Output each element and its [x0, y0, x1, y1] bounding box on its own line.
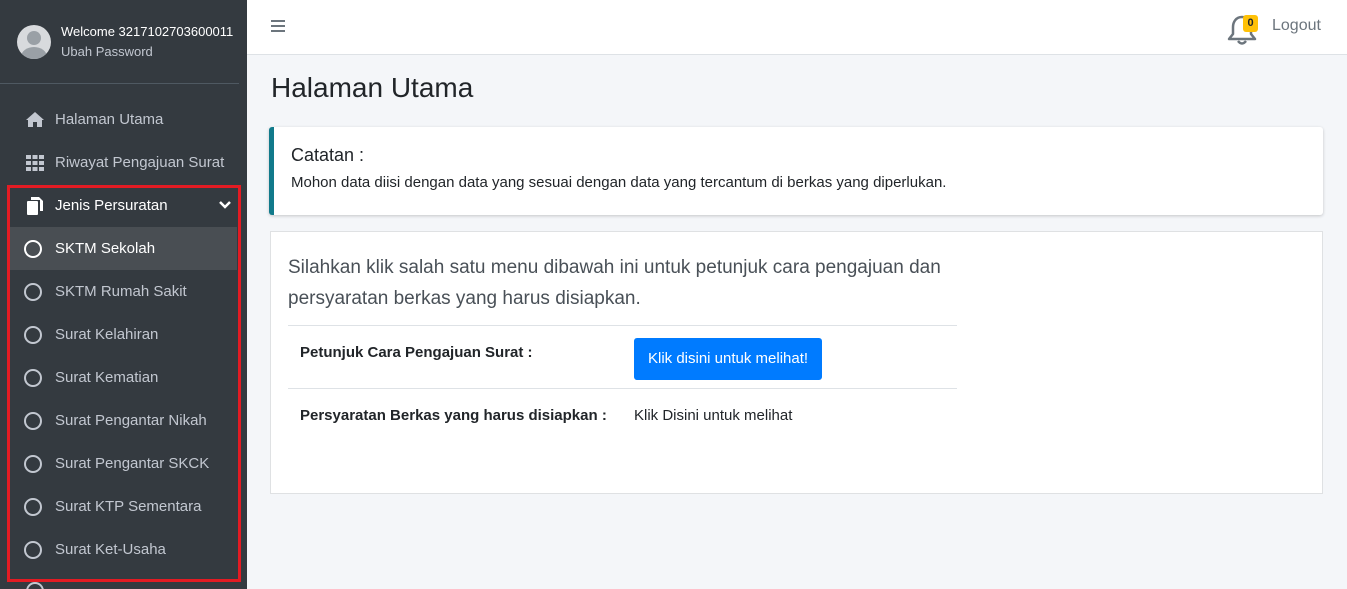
info-table: Petunjuk Cara Pengajuan Surat : Klik dis…	[288, 325, 957, 439]
circle-icon	[24, 497, 42, 516]
note-callout: Catatan : Mohon data diisi dengan data y…	[269, 127, 1323, 215]
callout-title: Catatan :	[291, 145, 365, 165]
sidebar-subitem-label: SKTM Sekolah	[55, 240, 156, 257]
row-value: Klik disini untuk melihat!	[634, 326, 823, 388]
circle-icon	[24, 239, 42, 258]
user-panel: Welcome 3217102703600011 Ubah Password	[0, 0, 239, 84]
grid-icon	[24, 153, 46, 173]
circle-icon	[24, 368, 42, 387]
top-navbar: 0 Logout	[247, 0, 1347, 55]
sidebar-subitem-label: Surat Pengantar SKCK	[55, 455, 210, 472]
notification-badge: 0	[1243, 15, 1258, 32]
sidebar-item-riwayat[interactable]: Riwayat Pengajuan Surat	[0, 141, 247, 184]
row-label: Petunjuk Cara Pengajuan Surat :	[300, 344, 533, 361]
sidebar-nav: Halaman Utama Riwayat Pengajuan Surat Je…	[0, 98, 247, 571]
view-requirements-link[interactable]: Klik Disini untuk melihat	[634, 389, 792, 439]
user-welcome-text: Welcome 3217102703600011	[61, 23, 234, 39]
sidebar-subitem-label: Surat Kelahiran	[55, 326, 159, 343]
circle-icon	[24, 325, 42, 344]
sidebar-item-label: Jenis Persuratan	[55, 197, 168, 214]
sidebar-subitem-surat-ket-usaha[interactable]: Surat Ket-Usaha	[0, 528, 247, 571]
home-icon	[24, 110, 46, 130]
sidebar-subitem-label: Surat Ket-Usaha	[55, 541, 166, 558]
instruction-text: Silahkan klik salah satu menu dibawah in…	[288, 257, 941, 309]
sidebar-subitem-label: Surat KTP Sementara	[55, 498, 202, 515]
sidebar-subitem-surat-kelahiran[interactable]: Surat Kelahiran	[0, 313, 247, 356]
circle-icon	[24, 540, 42, 559]
sidebar-subitem-surat-pengantar-skck[interactable]: Surat Pengantar SKCK	[0, 442, 247, 485]
user-info: Welcome 3217102703600011 Ubah Password	[61, 22, 233, 62]
circle-icon	[24, 454, 42, 473]
table-row: Persyaratan Berkas yang harus disiapkan …	[288, 388, 957, 439]
avatar[interactable]	[17, 24, 51, 59]
sidebar-subitem-surat-ktp-sementara[interactable]: Surat KTP Sementara	[0, 485, 247, 528]
logout-link[interactable]: Logout	[1272, 17, 1321, 35]
page-title: Halaman Utama	[271, 72, 474, 103]
copy-icon	[24, 196, 46, 216]
chevron-down-icon	[219, 197, 231, 214]
sidebar-item-halaman-utama[interactable]: Halaman Utama	[0, 98, 247, 141]
sidebar-subitem-sktm-sekolah[interactable]: SKTM Sekolah	[10, 227, 237, 270]
menu-toggle-icon[interactable]	[271, 20, 285, 32]
callout-text: Mohon data diisi dengan data yang sesuai…	[291, 174, 947, 191]
sidebar-subitem-sktm-rumah-sakit[interactable]: SKTM Rumah Sakit	[0, 270, 247, 313]
change-password-link[interactable]: Ubah Password	[61, 42, 233, 62]
circle-icon	[24, 282, 42, 301]
circle-icon	[26, 582, 44, 589]
info-card: Silahkan klik salah satu menu dibawah in…	[270, 231, 1323, 494]
sidebar: Welcome 3217102703600011 Ubah Password H…	[0, 0, 247, 589]
sidebar-subitem-label: SKTM Rumah Sakit	[55, 283, 187, 300]
view-guide-button[interactable]: Klik disini untuk melihat!	[634, 338, 823, 380]
sidebar-subitem-label: Surat Pengantar Nikah	[55, 412, 207, 429]
circle-icon	[24, 411, 42, 430]
sidebar-subitem-surat-kematian[interactable]: Surat Kematian	[0, 356, 247, 399]
table-row: Petunjuk Cara Pengajuan Surat : Klik dis…	[288, 325, 957, 388]
sidebar-item-label: Halaman Utama	[55, 111, 164, 128]
sidebar-item-jenis-persuratan[interactable]: Jenis Persuratan	[0, 184, 247, 227]
sidebar-subitem-surat-pengantar-nikah[interactable]: Surat Pengantar Nikah	[0, 399, 247, 442]
sidebar-subitem-label: Surat Kematian	[55, 369, 159, 386]
sidebar-item-label: Riwayat Pengajuan Surat	[55, 154, 225, 171]
row-label: Persyaratan Berkas yang harus disiapkan …	[300, 407, 607, 424]
